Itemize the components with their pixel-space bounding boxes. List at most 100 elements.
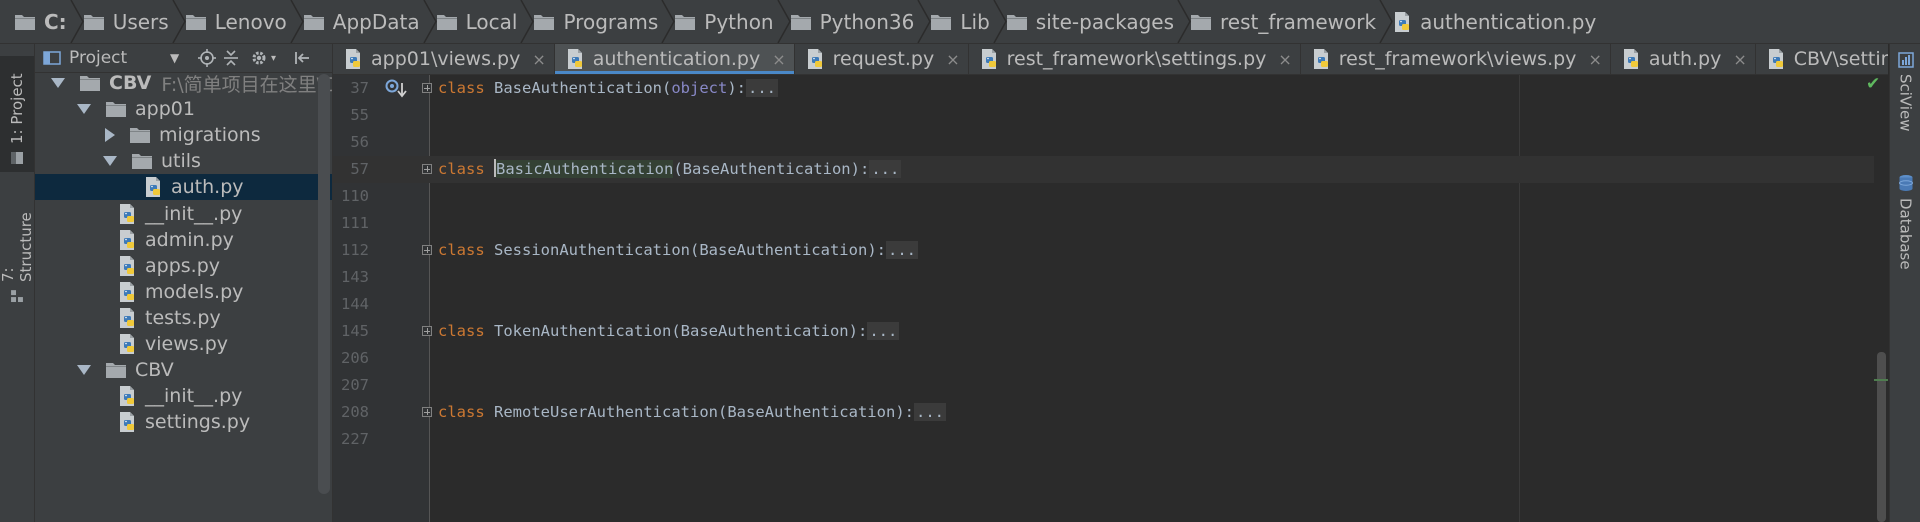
- close-tab-icon[interactable]: ×: [1588, 50, 1601, 69]
- python-file-icon: [567, 49, 582, 69]
- breadcrumb-item[interactable]: Lib: [924, 0, 1007, 43]
- code-editor[interactable]: 37 class BaseAuthentication(object):... 55…: [333, 75, 1888, 522]
- keyword-class: class: [438, 403, 485, 421]
- collapse-all-icon[interactable]: [222, 49, 240, 67]
- project-path-hint: F:\简单项目在这里\CBV: [161, 73, 332, 96]
- settings-gear-icon[interactable]: [250, 49, 268, 67]
- tree-folder-item[interactable]: CBV: [35, 357, 332, 383]
- editor-tab[interactable]: authentication.py ×: [554, 44, 795, 74]
- tree-item-label: __init__.py: [145, 385, 243, 408]
- expand-fold-icon[interactable]: [422, 407, 432, 417]
- folded-code-placeholder[interactable]: ...: [913, 403, 946, 421]
- folded-code-placeholder[interactable]: ...: [885, 241, 918, 259]
- expanded-arrow-icon[interactable]: [77, 104, 91, 115]
- breadcrumb-item[interactable]: rest_framework: [1184, 0, 1393, 43]
- editor-scrollbar[interactable]: [1874, 75, 1888, 522]
- project-panel-scrollbar[interactable]: [318, 74, 330, 494]
- keyword-class: class: [438, 79, 485, 97]
- expand-fold-icon[interactable]: [422, 326, 432, 336]
- subclass-marker-icon[interactable]: [385, 79, 411, 99]
- editor-tab-bar: app01\views.py × authentication.py × request…: [333, 44, 1888, 75]
- folded-code-placeholder[interactable]: ...: [867, 322, 900, 340]
- tree-file-item[interactable]: auth.py: [35, 174, 332, 201]
- code-line: 37 class BaseAuthentication(object):...: [333, 75, 1888, 102]
- tree-folder-item[interactable]: app01: [35, 96, 332, 122]
- sciview-tool-tab[interactable]: SciView: [1890, 52, 1920, 152]
- editor-tab-label: app01\views.py: [371, 48, 521, 70]
- tree-folder-item[interactable]: migrations: [35, 122, 332, 148]
- close-paren: ):: [850, 160, 870, 178]
- tree-folder-item[interactable]: utils: [35, 148, 332, 174]
- editor-tab[interactable]: CBV\settings.py×: [1756, 44, 1888, 74]
- editor-tab-label: auth.py: [1648, 48, 1722, 70]
- editor-tab[interactable]: app01\views.py ×: [333, 44, 555, 74]
- breadcrumb-item[interactable]: Python: [668, 0, 791, 43]
- tree-file-item[interactable]: apps.py: [35, 253, 332, 279]
- line-number: 57: [350, 160, 369, 178]
- database-icon: [1898, 175, 1913, 191]
- tree-file-item[interactable]: admin.py: [35, 227, 332, 253]
- locate-file-icon[interactable]: [198, 49, 216, 67]
- open-paren: (: [662, 79, 672, 97]
- editor-scrollbar-thumb[interactable]: [1877, 352, 1886, 522]
- breadcrumb-item[interactable]: authentication.py: [1386, 0, 1606, 43]
- close-tab-icon[interactable]: ×: [1278, 50, 1291, 69]
- hide-panel-icon[interactable]: [293, 49, 311, 67]
- collapsed-arrow-icon[interactable]: [105, 128, 115, 143]
- project-view-dropdown-icon[interactable]: ▼: [170, 51, 179, 65]
- project-root-folder-icon: [80, 76, 100, 91]
- database-tool-tab[interactable]: Database: [1890, 174, 1920, 294]
- tree-file-item[interactable]: views.py: [35, 331, 332, 357]
- breadcrumb-item[interactable]: C:: [0, 0, 84, 43]
- python-file-icon: [146, 177, 160, 198]
- tree-file-item[interactable]: tests.py: [35, 305, 332, 331]
- tree-file-item[interactable]: models.py: [35, 279, 332, 305]
- class-declaration: class RemoteUserAuthentication(BaseAuthe…: [438, 399, 946, 426]
- base-class: BaseAuthentication: [699, 241, 868, 259]
- class-name: RemoteUserAuthentication: [494, 403, 718, 421]
- breadcrumb-item[interactable]: site-packages: [1000, 0, 1191, 43]
- close-tab-icon[interactable]: ×: [532, 50, 545, 69]
- line-number: 143: [341, 268, 369, 286]
- tree-folder-item[interactable]: CBV F:\简单项目在这里\CBV: [35, 70, 332, 96]
- editor-tab[interactable]: auth.py ×: [1611, 44, 1756, 74]
- breadcrumb-item[interactable]: Python36: [784, 0, 932, 43]
- tree-file-item[interactable]: __init__.py: [35, 383, 332, 409]
- expanded-arrow-icon[interactable]: [51, 78, 65, 88]
- folded-code-placeholder[interactable]: ...: [869, 160, 902, 178]
- folded-code-placeholder[interactable]: ...: [746, 79, 779, 97]
- close-tab-icon[interactable]: ×: [1733, 50, 1746, 69]
- breadcrumb-label: C:: [44, 9, 67, 34]
- breadcrumb-item[interactable]: Programs: [527, 0, 676, 43]
- breadcrumb-item[interactable]: Lenovo: [179, 0, 304, 43]
- editor-tab[interactable]: rest_framework\settings.py ×: [969, 44, 1301, 74]
- tree-file-item[interactable]: settings.py: [35, 409, 332, 435]
- no-problems-check-icon: ✔: [1866, 74, 1881, 94]
- code-line: 143: [333, 264, 1888, 291]
- class-declaration: class TokenAuthentication(BaseAuthentica…: [438, 318, 900, 345]
- breadcrumb-item[interactable]: AppData: [297, 0, 437, 43]
- expand-fold-icon[interactable]: [422, 245, 432, 255]
- breadcrumb-separator-icon: [1177, 0, 1191, 43]
- close-tab-icon[interactable]: ×: [946, 50, 959, 69]
- close-tab-icon[interactable]: ×: [772, 50, 785, 69]
- expanded-arrow-icon[interactable]: [103, 156, 117, 167]
- project-tool-tab[interactable]: 1: Project: [0, 56, 34, 172]
- expand-fold-icon[interactable]: [422, 83, 432, 93]
- project-view-selector[interactable]: Project: [69, 48, 127, 68]
- breadcrumb-item[interactable]: Local: [430, 0, 535, 43]
- tree-item-label: __init__.py: [145, 202, 243, 225]
- editor-tab[interactable]: rest_framework\views.py ×: [1301, 44, 1611, 74]
- expand-fold-icon[interactable]: [422, 164, 432, 174]
- settings-dropdown-icon[interactable]: ▾: [271, 53, 276, 64]
- expanded-arrow-icon[interactable]: [77, 365, 91, 376]
- tree-item-label: migrations: [159, 124, 261, 147]
- structure-tool-tab[interactable]: 7: Structure: [0, 194, 35, 310]
- editor-tab[interactable]: request.py ×: [795, 44, 969, 74]
- breadcrumb-separator-icon: [993, 0, 1007, 43]
- code-line: 145 class TokenAuthentication(BaseAuthent…: [333, 318, 1888, 345]
- breadcrumb-item[interactable]: Users: [77, 0, 186, 43]
- folder-icon: [185, 14, 206, 30]
- tree-file-item[interactable]: __init__.py: [35, 201, 332, 227]
- editor-tab-label: rest_framework\views.py: [1338, 48, 1577, 70]
